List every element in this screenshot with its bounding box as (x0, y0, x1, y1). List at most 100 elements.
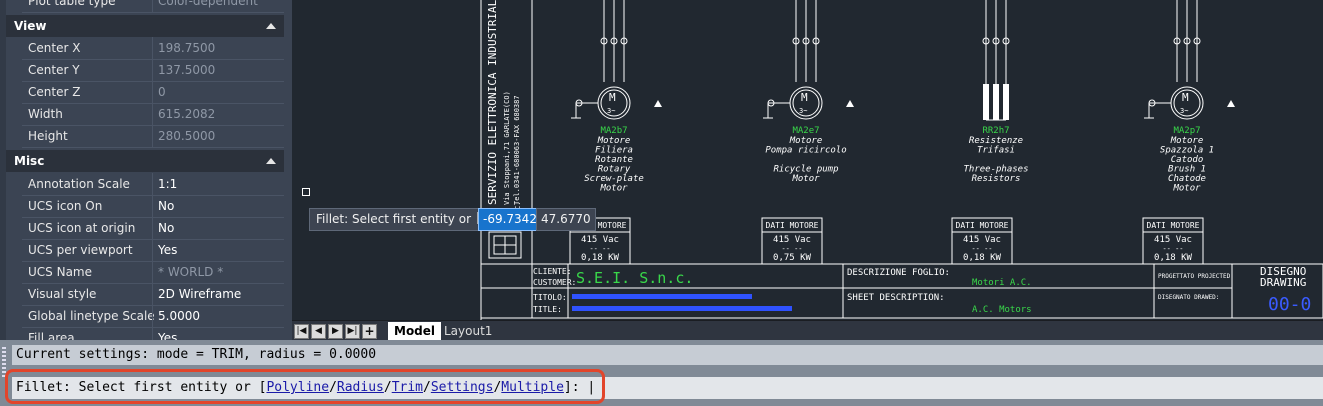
warning-triangle-icon (846, 100, 854, 107)
property-label: Plot table type (28, 0, 116, 8)
motor-description: Spazzola 1 (1160, 146, 1214, 156)
label-disegnato: DISEGNATO DRAWED: (1158, 294, 1219, 301)
motor-id: MA2b7 (600, 126, 627, 136)
data-box-title: DATI MOTORE (956, 221, 1009, 230)
property-row[interactable]: Plot table type Color-dependent plo... (22, 0, 284, 30)
dynamic-input-x[interactable]: -69.7342 (478, 208, 542, 231)
property-row-annotation-scale[interactable]: Annotation Scale 1:1 (22, 173, 284, 196)
motor-description: Trifasi (977, 146, 1015, 156)
motor-description: Brush 1 (1168, 165, 1206, 175)
motor-id: MA2p7 (1173, 126, 1200, 136)
property-row-linetype-scale[interactable]: Global linetype Scale 5.0000 (22, 305, 284, 328)
property-row-height[interactable]: Height 280.5000 (22, 125, 284, 148)
motor-description: Pompa ricircolo (765, 146, 846, 156)
motor-description: Catodo (1171, 155, 1204, 165)
data-power: 0,75 KW (773, 253, 812, 263)
dynamic-input-y[interactable]: 47.6770 (536, 208, 596, 231)
property-row-fill-area[interactable]: Fill area Yes (22, 327, 284, 340)
property-row-width[interactable]: Width 615.2082 (22, 103, 284, 126)
collapse-chevron-icon[interactable] (266, 158, 276, 164)
properties-palette: Plot table type Color-dependent plo... V… (0, 0, 287, 340)
resistor-icon (983, 84, 989, 120)
label-progettato: PROGETTATO PROJECTED: (1158, 273, 1234, 280)
title-value-line (572, 306, 792, 311)
label-titolo: TITOLO: (533, 293, 567, 302)
resistor-icon (993, 84, 999, 120)
title-value-line (572, 294, 752, 299)
last-layout-icon[interactable]: ▶| (345, 324, 360, 339)
data-voltage: 415 Vac (1154, 235, 1192, 245)
company-address: Via Stoppani,71 GARLATE(CO) (503, 91, 511, 205)
motor-id: MA2e7 (792, 126, 819, 136)
property-row-center-x[interactable]: Center X 198.7500 (22, 37, 284, 60)
resistor-icon (1003, 84, 1009, 120)
warning-triangle-icon (1227, 100, 1235, 107)
descrizione-value: Motori A.C. (972, 278, 1032, 288)
first-layout-icon[interactable]: |◀ (294, 324, 309, 339)
motor-symbol-phase: 3~ (607, 107, 615, 115)
data-box-title: DATI MOTORE (1147, 221, 1200, 230)
company-name: SERVIZIO ELETTRONICA INDUSTRIALE (486, 0, 499, 205)
highlight-annotation (5, 369, 605, 404)
motor-description: Motor (1172, 184, 1201, 194)
motor-description: Motor (791, 174, 820, 184)
label-cliente: CLIENTE: (533, 267, 572, 276)
property-row-visual-style[interactable]: Visual style 2D Wireframe (22, 283, 284, 306)
data-dashes: -- -- (781, 245, 802, 253)
sheet-desc-value: A.C. Motors (972, 305, 1032, 315)
section-header-misc[interactable]: Misc (6, 150, 284, 172)
company-vertical-block: SERVIZIO ELETTRONICA INDUSTRIALE Via Sto… (480, 0, 533, 320)
collapse-chevron-icon[interactable] (266, 23, 276, 29)
motor-description: Rotante (595, 155, 633, 165)
data-box-title: DATI MOTORE (766, 221, 819, 230)
data-power: 0,18 KW (963, 253, 1002, 263)
company-phone: Tel.0341-680063-FAX 680387 (513, 95, 521, 205)
prev-layout-icon[interactable]: ◀ (311, 324, 326, 339)
tab-model[interactable]: Model (388, 322, 442, 340)
data-voltage: 415 Vac (773, 235, 811, 245)
motor-description: Screw-plate (584, 174, 644, 184)
layout-tab-bar: |◀ ◀ ▶ ▶| + Model Layout1 (292, 320, 1323, 341)
warning-triangle-icon (654, 100, 662, 107)
command-history: Current settings: mode = TRIM, radius = … (12, 345, 1323, 365)
cursor-pickbox (302, 188, 310, 196)
motor-description: Filiera (595, 146, 633, 156)
drawing-number: 00-0 (1268, 294, 1311, 315)
motor-description: Chatode (1168, 174, 1206, 184)
dynamic-input-prompt: Fillet: Select first entity or (309, 208, 496, 231)
property-row-ucs-name[interactable]: UCS Name * WORLD * (22, 261, 284, 284)
motor-symbol-phase: 3~ (799, 107, 807, 115)
motor-description: Motor (599, 184, 628, 194)
property-row-center-y[interactable]: Center Y 137.5000 (22, 59, 284, 82)
drawing-viewport[interactable]: SERVIZIO ELETTRONICA INDUSTRIALE Via Sto… (292, 0, 1323, 320)
property-row-ucs-icon-on[interactable]: UCS icon On No (22, 195, 284, 218)
motor-description: Rotary (598, 165, 631, 175)
label-customer: CUSTOMER: (533, 278, 576, 287)
motor-symbol-m: M (1182, 91, 1189, 104)
property-row-center-z[interactable]: Center Z0 (22, 81, 284, 104)
motor-description: Motore (789, 136, 823, 146)
label-title: TITLE: (533, 305, 562, 314)
data-dashes: -- -- (1162, 245, 1183, 253)
label-descrizione: DESCRIZIONE FOGLIO: (847, 268, 950, 278)
motor-description: Three-phases (963, 165, 1028, 175)
data-power: 0,18 KW (581, 253, 620, 263)
motor-description: Resistenze (969, 136, 1023, 146)
data-dashes: -- -- (589, 245, 610, 253)
property-row-ucs-per-viewport[interactable]: UCS per viewport Yes (22, 239, 284, 262)
motor-id: RR2h7 (982, 126, 1009, 136)
data-power: 0,18 KW (1154, 253, 1193, 263)
property-row-ucs-icon-origin[interactable]: UCS icon at origin No (22, 217, 284, 240)
motor-symbol-m: M (609, 91, 616, 104)
label-sheet-desc: SHEET DESCRIPTION: (847, 293, 945, 303)
motor-description: Motore (597, 136, 631, 146)
data-voltage: 415 Vac (581, 235, 619, 245)
tab-layout1[interactable]: Layout1 (438, 322, 498, 340)
motor-description: Resistors (972, 174, 1021, 184)
next-layout-icon[interactable]: ▶ (328, 324, 343, 339)
schematic-drawing: SERVIZIO ELETTRONICA INDUSTRIALE Via Sto… (480, 0, 1323, 320)
add-layout-icon[interactable]: + (362, 324, 377, 339)
section-header-view[interactable]: View (6, 15, 284, 37)
data-dashes: -- -- (971, 245, 992, 253)
customer-value: S.E.I. S.n.c. (576, 269, 693, 287)
